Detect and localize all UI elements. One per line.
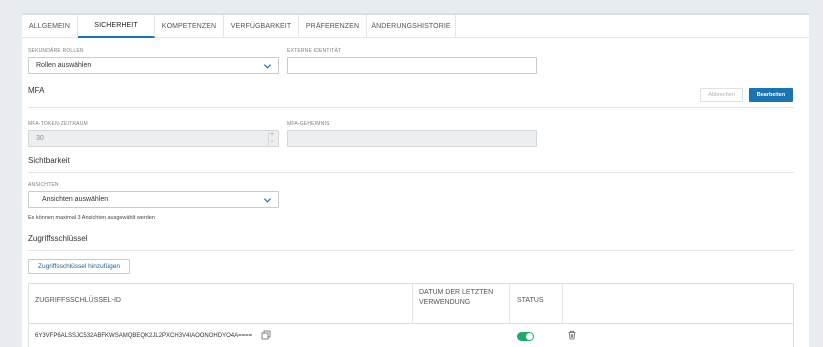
divider — [28, 250, 794, 251]
secondary-roles-label: Sekundäre Rollen — [28, 48, 84, 54]
table-header: Zugriffsschlüssel-ID Datum der letzten V… — [29, 284, 793, 324]
chevron-down-icon — [263, 64, 272, 69]
tab-sicherheit[interactable]: Sicherheit — [78, 15, 155, 38]
mfa-token-period-value: 30 — [36, 135, 44, 142]
increment-icon[interactable]: + — [270, 132, 274, 139]
column-header-status: Status — [517, 297, 544, 304]
tab-bar: Allgemein Sicherheit Kompetenzen Verfügb… — [22, 15, 809, 38]
external-identity-input[interactable] — [287, 57, 537, 74]
external-identity-label: Externe Identität — [287, 48, 342, 54]
secondary-roles-select[interactable]: Rollen auswählen — [28, 57, 279, 74]
column-divider — [562, 284, 563, 324]
decrement-icon[interactable]: − — [270, 139, 274, 146]
trash-icon[interactable] — [567, 330, 577, 340]
views-select[interactable]: Ansichten auswählen — [28, 191, 279, 208]
mfa-title: MFA — [28, 86, 45, 95]
column-header-last-used: Datum der letzten Verwendung — [419, 289, 494, 306]
tab-kompetenzen[interactable]: Kompetenzen — [155, 15, 224, 38]
cancel-button[interactable]: Abbrechen — [700, 88, 743, 102]
column-divider — [509, 284, 510, 324]
edit-button[interactable]: Bearbeiten — [749, 88, 793, 102]
chevron-down-icon — [263, 198, 272, 203]
access-keys-table: Zugriffsschlüssel-ID Datum der letzten V… — [28, 283, 794, 347]
tab-praeferenzen[interactable]: Präferenzen — [299, 15, 367, 38]
secondary-roles-value: Rollen auswählen — [36, 62, 92, 69]
mfa-token-period-input[interactable]: 30 + − — [28, 130, 279, 147]
divider — [28, 172, 794, 173]
tab-verfuegbarkeit[interactable]: Verfügbarkeit — [224, 15, 299, 38]
views-value: Ansichten auswählen — [42, 196, 109, 203]
divider — [28, 107, 794, 108]
tab-aenderungshistorie[interactable]: Änderungshistorie — [367, 15, 456, 38]
views-hint: Es können maximal 3 Ansichten ausgewählt… — [28, 215, 155, 221]
tab-allgemein[interactable]: Allgemein — [22, 15, 78, 38]
copy-icon[interactable] — [261, 330, 271, 340]
visibility-title: Sichtbarkeit — [28, 156, 70, 165]
access-keys-title: Zugriffsschlüssel — [28, 234, 88, 243]
column-divider — [412, 284, 413, 324]
add-access-key-button[interactable]: Zugriffsschlüssel hinzufügen — [28, 259, 130, 274]
mfa-token-period-label: MFA-Token-Zeitraum — [28, 121, 88, 127]
access-key-id: 6Y3VFP6ALSSJC532ABFKWSAMQBEQK2JL2PXCH3V4… — [35, 333, 253, 339]
status-toggle[interactable] — [517, 332, 534, 341]
mfa-secret-label: MFA-Geheimnis — [287, 121, 330, 127]
number-stepper[interactable]: + − — [268, 132, 275, 146]
views-label: Ansichten — [28, 182, 59, 188]
user-settings-card: Allgemein Sicherheit Kompetenzen Verfügb… — [22, 13, 809, 347]
column-header-id: Zugriffsschlüssel-ID — [35, 297, 121, 304]
mfa-secret-input[interactable] — [287, 130, 537, 147]
